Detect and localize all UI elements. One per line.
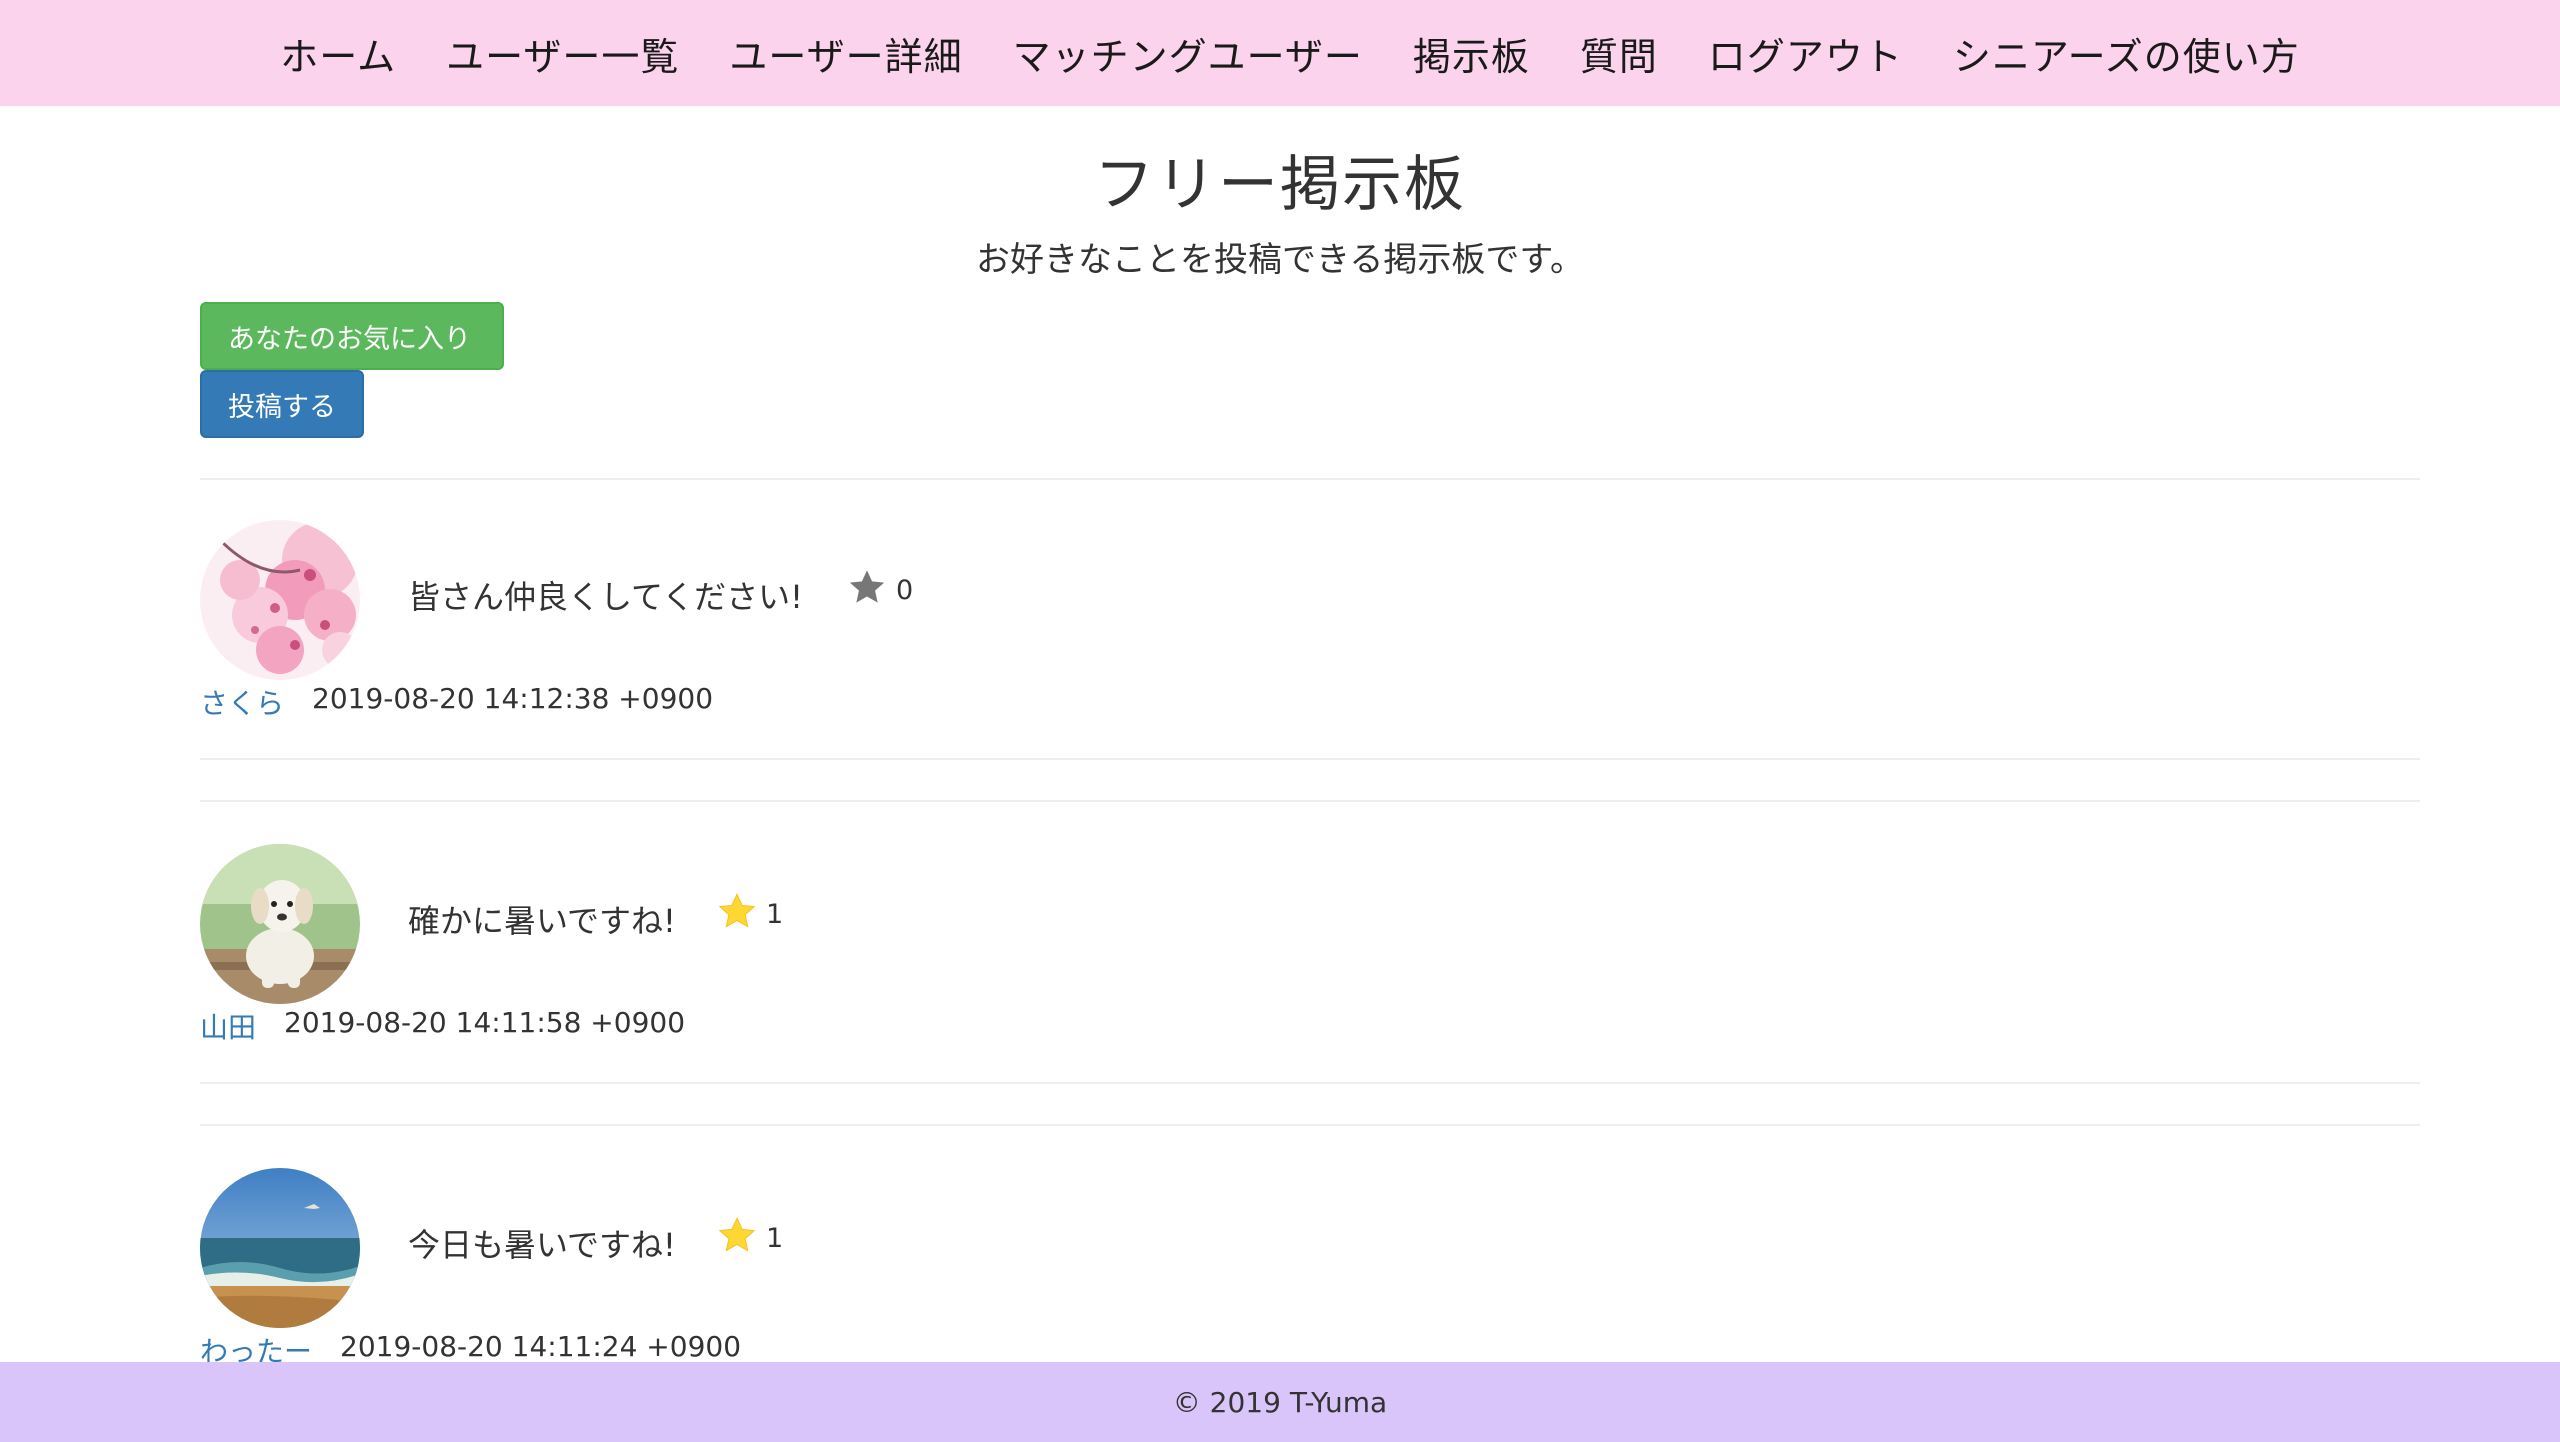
divider xyxy=(200,800,2420,802)
divider xyxy=(200,1124,2420,1126)
cherry-blossom-avatar[interactable] xyxy=(200,520,360,680)
nav-item-user-list[interactable]: ユーザー一覧 xyxy=(446,26,679,81)
post-timestamp: 2019-08-20 14:12:38 +0900 xyxy=(312,682,714,715)
post-text: 皆さん仲良くしてください! xyxy=(408,578,803,616)
copyright-text: © 2019 T-Yuma xyxy=(1172,1385,1388,1419)
author-link[interactable]: さくら xyxy=(200,682,284,722)
author-link[interactable]: 山田 xyxy=(200,1006,256,1046)
star-icon xyxy=(718,1217,756,1252)
star-icon xyxy=(718,893,756,928)
cherry-blossom-image xyxy=(200,520,360,680)
post-meta: 山田 2019-08-20 14:11:58 +0900 xyxy=(200,1006,685,1046)
like-count: 1 xyxy=(766,898,784,930)
divider xyxy=(200,1082,2420,1084)
favorite-toggle[interactable]: 1 xyxy=(716,890,783,932)
puppy-avatar[interactable] xyxy=(200,844,360,1004)
nav-item-home[interactable]: ホーム xyxy=(280,26,396,81)
nav-list: ホーム ユーザー一覧 ユーザー詳細 マッチングユーザー 掲示板 質問 ログアウト… xyxy=(0,0,2560,106)
post-item: 今日も暑いですね! 1 わったー 2019-08-20 14:11:24 +09… xyxy=(200,1168,2420,1368)
puppy-image xyxy=(200,844,360,1004)
post-text: 今日も暑いですね! xyxy=(408,1226,676,1264)
like-count: 1 xyxy=(766,1222,784,1254)
like-count: 0 xyxy=(896,574,914,606)
beach-avatar[interactable] xyxy=(200,1168,360,1328)
divider xyxy=(200,478,2420,480)
post-item: 確かに暑いですね! 1 山田 2019-08-20 14:11:58 +0900 xyxy=(200,844,2420,1044)
post-meta: さくら 2019-08-20 14:12:38 +0900 xyxy=(200,682,713,722)
post-item: 皆さん仲良くしてください! 0 さくら 2019-08-20 14:12:38 … xyxy=(200,520,2420,720)
divider xyxy=(200,758,2420,760)
nav-item-how-to-use[interactable]: シニアーズの使い方 xyxy=(1953,26,2300,81)
nav-item-board[interactable]: 掲示板 xyxy=(1413,26,1530,81)
new-post-button[interactable]: 投稿する xyxy=(200,370,364,438)
beach-image xyxy=(200,1168,360,1328)
page-footer: © 2019 T-Yuma xyxy=(0,1362,2560,1442)
top-navbar: ホーム ユーザー一覧 ユーザー詳細 マッチングユーザー 掲示板 質問 ログアウト… xyxy=(0,0,2560,106)
nav-item-questions[interactable]: 質問 xyxy=(1580,26,1658,81)
page-subtitle: お好きなことを投稿できる掲示板です。 xyxy=(976,240,1584,280)
favorite-toggle[interactable]: 1 xyxy=(716,1214,783,1256)
favorite-toggle[interactable]: 0 xyxy=(846,566,913,608)
star-icon xyxy=(849,570,885,603)
post-timestamp: 2019-08-20 14:11:58 +0900 xyxy=(284,1006,686,1039)
nav-item-logout[interactable]: ログアウト xyxy=(1708,26,1903,81)
nav-item-matching-users[interactable]: マッチングユーザー xyxy=(1013,26,1363,81)
page-title: フリー掲示板 xyxy=(1094,150,1466,220)
post-text: 確かに暑いですね! xyxy=(408,902,676,940)
favorites-button[interactable]: あなたのお気に入り xyxy=(200,302,504,370)
nav-item-user-detail[interactable]: ユーザー詳細 xyxy=(729,26,962,81)
